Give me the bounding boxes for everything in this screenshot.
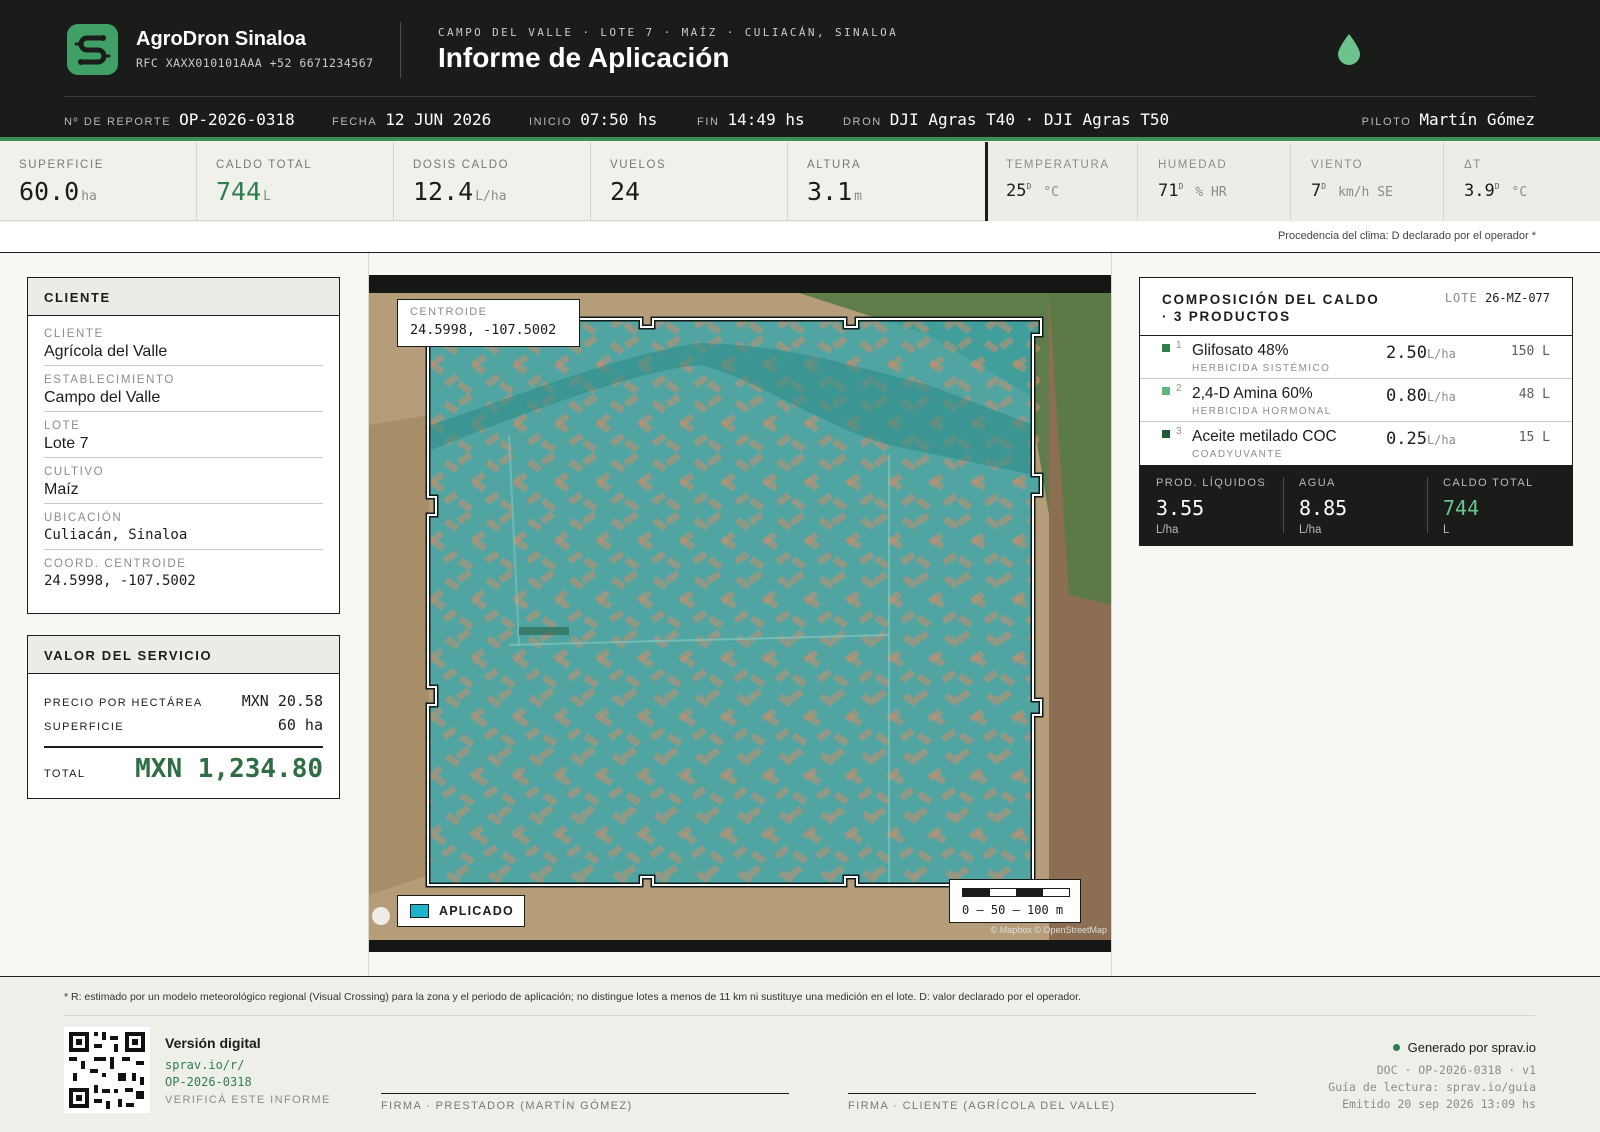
product-row: 3 Aceite metilado COC COADYUVANTE 0.25L/…: [1140, 422, 1572, 465]
service-total-row: TOTAL MXN 1,234.80: [44, 754, 323, 784]
client-card: CLIENTE CLIENTE Agrícola del Valle ESTABL…: [27, 277, 340, 614]
summary-water: AGUA 8.85 L/ha: [1299, 477, 1348, 536]
metric-height: ALTURA 3.1 m: [807, 159, 862, 206]
report-header: AgroDron Sinaloa RFC XAXX010101AAA +52 6…: [0, 0, 1600, 141]
doc-id: DOC · OP-2026-0318 · v1: [1376, 1063, 1536, 1077]
product-color-icon: [1162, 387, 1170, 395]
footer-rule: [64, 1015, 1535, 1016]
brand-name: AgroDron Sinaloa: [136, 28, 307, 50]
meta-drone: DRON DJI Agras T40 · DJI Agras T50: [843, 110, 1170, 129]
qr-code-icon[interactable]: [64, 1027, 150, 1113]
climate-delta-t: ΔT 3.9D °C: [1464, 159, 1528, 201]
applied-swatch-icon: [410, 904, 429, 918]
price-per-hectare-row: PRECIO POR HECTÁREA MXN 20.58: [44, 692, 323, 710]
summary-total-mix: CALDO TOTAL 744 L: [1443, 477, 1534, 536]
scale-bar: [962, 888, 1070, 897]
meta-report-number: Nº DE REPORTE OP-2026-0318: [64, 110, 295, 129]
brand-rfc: RFC XAXX010101AAA +52 6671234567: [136, 56, 374, 70]
service-card-title: VALOR DEL SERVICIO: [28, 636, 339, 674]
metric-area: SUPERFICIE 60.0 ha: [0, 142, 197, 221]
field-eyebrow: CAMPO DEL VALLE · LOTE 7 · MAÍZ · CULIAC…: [438, 26, 899, 39]
meta-pilot: PILOTO Martín Gómez: [1361, 110, 1535, 129]
footer-note: * R: estimado por un modelo meteorológic…: [64, 991, 1081, 1003]
location-field: UBICACIÓN Culiacán, Sinaloa: [44, 504, 323, 550]
map-panel: CENTROIDE 24.5998, -107.5002 APLICADO 0 …: [369, 253, 1112, 976]
digital-version-link[interactable]: sprav.io/r/OP-2026-0318: [165, 1057, 331, 1091]
generated-by: Generado por sprav.io DOC · OP-2026-0318…: [1328, 1040, 1536, 1111]
map-scale: 0 — 50 — 100 m: [949, 879, 1081, 923]
provider-signature: FIRMA · PRESTADOR (MARTÍN GÓMEZ): [381, 1093, 789, 1112]
climate-humidity: HUMEDAD 71D% HR: [1138, 142, 1291, 221]
climate-block: TEMPERATURA 25D °C HUMEDAD 71D% HR VIENTO…: [986, 142, 1600, 221]
client-field: CLIENTE Agrícola del Valle: [44, 320, 323, 366]
drone-logo-icon: [74, 35, 111, 65]
centroid-callout: CENTROIDE 24.5998, -107.5002: [397, 299, 580, 347]
meta-date: FECHA 12 JUN 2026: [332, 110, 492, 129]
client-card-title: CLIENTE: [28, 278, 339, 316]
issued-date: Emitido 20 sep 2026 13:09 hs: [1342, 1097, 1536, 1111]
summary-products: PROD. LÍQUIDOS 3.55 L/ha: [1156, 477, 1267, 536]
right-column: COMPOSICIÓN DEL CALDO · 3 PRODUCTOS LOTE…: [1112, 253, 1600, 976]
service-value-card: VALOR DEL SERVICIO PRECIO POR HECTÁREA MX…: [27, 635, 340, 799]
left-column: CLIENTE CLIENTE Agrícola del Valle ESTABL…: [0, 253, 369, 976]
climate-provenance-bar: Procedencia del clima: D declarado por e…: [0, 222, 1600, 253]
mix-composition-header: COMPOSICIÓN DEL CALDO · 3 PRODUCTOS LOTE…: [1140, 278, 1572, 336]
field-map-image: [369, 293, 1111, 952]
service-total-rule: [44, 746, 323, 748]
climate-provenance-note: Procedencia del clima: D declarado por e…: [1277, 230, 1536, 242]
mix-summary-bar: PROD. LÍQUIDOS 3.55 L/ha AGUA 8.85 L/ha …: [1140, 465, 1572, 545]
mix-lot: LOTE 26-MZ-077: [1444, 291, 1550, 305]
establishment-field: ESTABLECIMIENTO Campo del Valle: [44, 366, 323, 412]
product-color-icon: [1162, 430, 1170, 438]
centroid-field: COORD. CENTROIDE 24.5998, -107.5002: [44, 558, 196, 589]
page-title: Informe de Aplicación: [438, 42, 730, 73]
metric-total-mix: CALDO TOTAL 744 L: [197, 142, 394, 221]
lot-field: LOTE Lote 7: [44, 412, 323, 458]
report-footer: * R: estimado por un modelo meteorológic…: [0, 976, 1600, 1132]
product-row: 2 2,4-D Amina 60% HERBICIDA HORMONAL 0.8…: [1140, 379, 1572, 422]
service-area-row: SUPERFICIE 60 ha: [44, 716, 323, 734]
digital-version: Versión digital sprav.io/r/OP-2026-0318 …: [165, 1035, 331, 1106]
metric-mix-dose: DOSIS CALDO 12.4 L/ha: [394, 142, 591, 221]
header-accent-bar: [0, 137, 1600, 141]
product-color-icon: [1162, 344, 1170, 352]
climate-temperature: TEMPERATURA 25D °C: [986, 142, 1138, 221]
climate-separator: [985, 142, 988, 221]
reading-guide-link[interactable]: Guía de lectura: sprav.io/guia: [1328, 1079, 1536, 1096]
field-map[interactable]: CENTROIDE 24.5998, -107.5002 APLICADO 0 …: [369, 275, 1111, 952]
header-rule: [64, 96, 1535, 97]
meta-end: FIN 14:49 hs: [697, 110, 805, 129]
climate-wind: VIENTO 7D km/h SE: [1291, 142, 1444, 221]
status-dot-icon: [1392, 1044, 1400, 1051]
map-attribution[interactable]: © Mapbox © OpenStreetMap: [991, 925, 1107, 935]
droplet-icon: [1338, 34, 1360, 65]
product-row: 1 Glifosato 48% HERBICIDA SISTÉMICO 2.50…: [1140, 336, 1572, 379]
meta-start: INICIO 07:50 hs: [529, 110, 658, 129]
metric-flights: VUELOS 24: [591, 142, 788, 221]
brand-logo: [67, 24, 118, 75]
client-signature: FIRMA · CLIENTE (AGRÍCOLA DEL VALLE): [848, 1093, 1256, 1112]
metrics-strip: SUPERFICIE 60.0 ha CALDO TOTAL 744 L DOSIS…: [0, 142, 1600, 221]
mix-composition-card: COMPOSICIÓN DEL CALDO · 3 PRODUCTOS LOTE…: [1139, 277, 1573, 546]
mapbox-logo-icon[interactable]: [372, 907, 390, 925]
crop-field: CULTIVO Maíz: [44, 458, 323, 504]
header-divider: [400, 22, 401, 78]
map-legend: APLICADO: [397, 895, 525, 927]
